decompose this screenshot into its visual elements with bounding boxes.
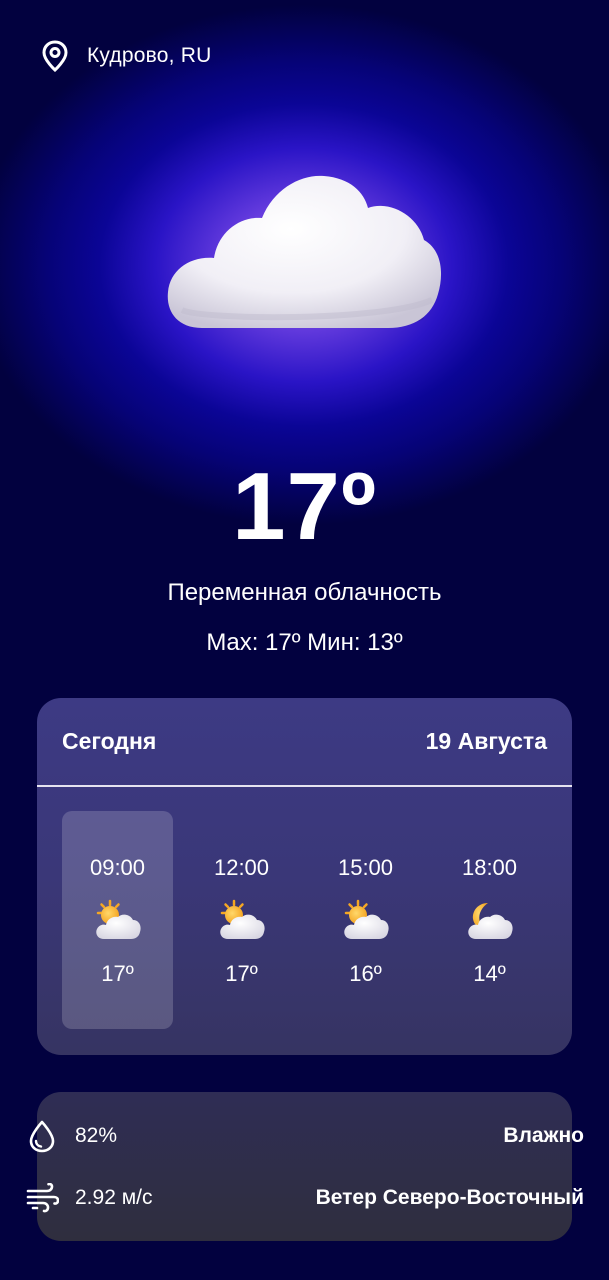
hour-item[interactable]: 18:00 14º (434, 811, 545, 1029)
humidity-value: 82% (75, 1124, 118, 1147)
hour-item[interactable]: 15:00 16º (310, 811, 421, 1029)
hour-temperature: 16º (349, 961, 382, 986)
cloud-icon (162, 170, 446, 340)
hour-time: 09:00 (89, 855, 146, 880)
forecast-date: 19 Августа (425, 728, 547, 754)
sun-behind-cloud-icon (216, 899, 266, 943)
location-pin-icon (40, 40, 70, 73)
wind-value: 2.92 м/с (75, 1186, 153, 1209)
current-temperature: 17º (232, 453, 377, 560)
hour-time: 18:00 (461, 855, 518, 880)
divider (37, 785, 572, 787)
humidity-label: Влажно (503, 1124, 584, 1147)
wind-label: Ветер Северо-Восточный (315, 1186, 584, 1209)
hour-temperature: 14º (473, 961, 506, 986)
weather-condition: Переменная облачность (167, 579, 442, 606)
moon-behind-cloud-icon (464, 899, 514, 943)
water-drop-icon (25, 1119, 59, 1153)
hour-item[interactable]: 12:00 17º (186, 811, 297, 1029)
hour-time: 12:00 (213, 855, 270, 880)
hour-temperature: 17º (225, 961, 258, 986)
wind-row: 2.92 м/с Ветер Северо-Восточный (25, 1180, 584, 1216)
location-header[interactable]: Кудрово, RU (40, 40, 212, 73)
humidity-row: 82% Влажно (25, 1118, 584, 1154)
hour-item[interactable]: 09:00 17º (62, 811, 173, 1029)
hour-temperature: 17º (101, 961, 134, 986)
hour-time: 15:00 (337, 855, 394, 880)
max-min-temperature: Max: 17º Мин: 13º (206, 629, 403, 656)
details-card (37, 1092, 572, 1241)
wind-icon (25, 1181, 59, 1215)
sun-behind-cloud-icon (340, 899, 390, 943)
forecast-header: Сегодня 19 Августа (37, 698, 572, 786)
sun-behind-cloud-icon (92, 899, 142, 943)
hourly-list: 09:00 17º 12:00 17º 15:00 16º 18:00 14º (62, 811, 558, 1029)
hourly-forecast-card: Сегодня 19 Августа 09:00 17º 12:00 17º 1… (37, 698, 572, 1055)
location-name: Кудрово, RU (87, 44, 212, 67)
forecast-title: Сегодня (62, 728, 157, 754)
